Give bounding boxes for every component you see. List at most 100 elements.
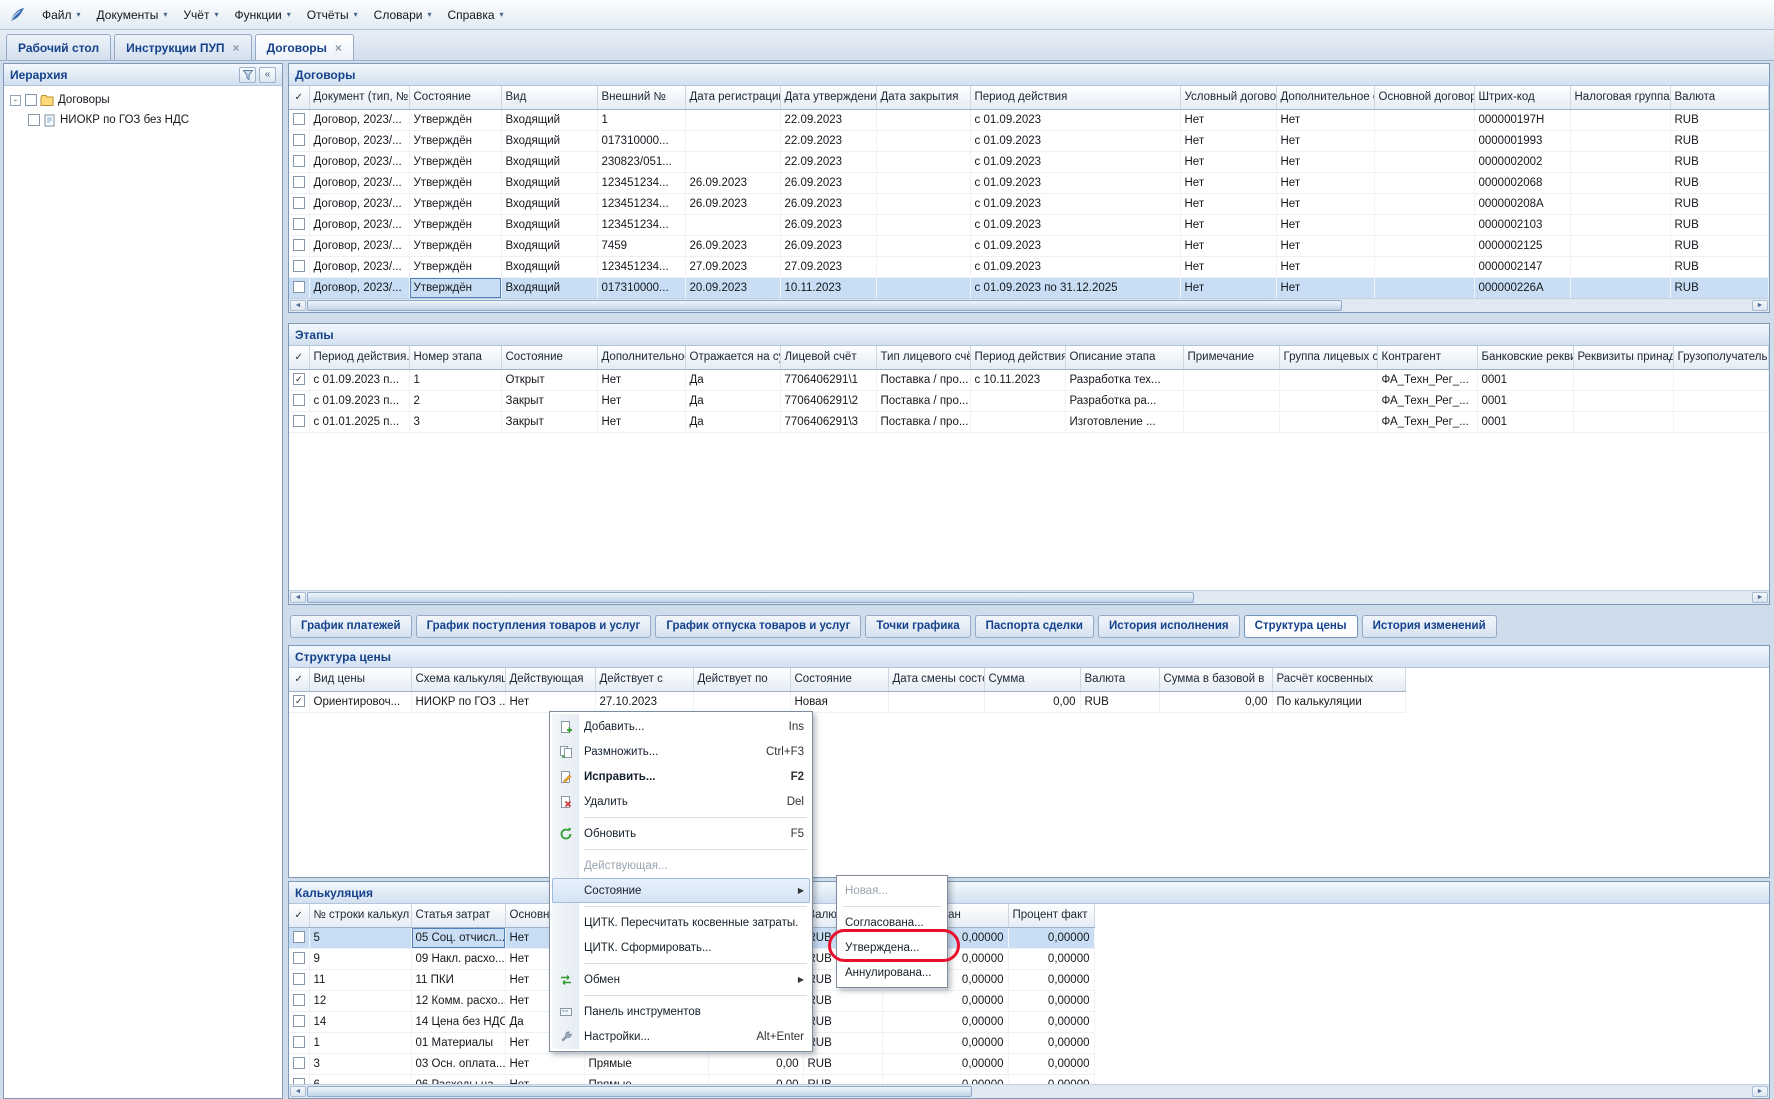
scroll-thumb[interactable] bbox=[307, 1086, 972, 1097]
context-menu-item[interactable]: Исправить...F2 bbox=[552, 764, 810, 789]
scroll-track[interactable] bbox=[1195, 592, 1752, 603]
table-cell[interactable]: 1 bbox=[309, 1032, 411, 1053]
table-cell[interactable]: 0,00000 bbox=[882, 1053, 1008, 1074]
context-menu-item[interactable]: ОбновитьF5 bbox=[552, 821, 810, 846]
table-cell[interactable]: 0000001993 bbox=[1474, 130, 1570, 151]
subtab-button[interactable]: Точки графика bbox=[865, 615, 970, 638]
tree-expander-icon[interactable]: - bbox=[10, 95, 21, 106]
table-cell[interactable]: Входящий bbox=[501, 277, 597, 298]
table-cell[interactable]: 0,00000 bbox=[1008, 948, 1094, 969]
table-cell[interactable] bbox=[1570, 256, 1670, 277]
table-cell[interactable] bbox=[693, 691, 790, 712]
column-header[interactable]: Период действия.. bbox=[309, 346, 409, 369]
table-cell[interactable]: 0,00000 bbox=[882, 1032, 1008, 1053]
table-cell[interactable]: с 01.09.2023 п... bbox=[309, 369, 409, 390]
table-cell[interactable]: Поставка / про... bbox=[876, 390, 970, 411]
table-cell[interactable]: 0001 bbox=[1477, 390, 1573, 411]
table-cell[interactable]: ФА_Техн_Рег_... bbox=[1377, 369, 1477, 390]
table-row[interactable]: Договор, 2023/...УтверждёнВходящий123451… bbox=[289, 214, 1768, 235]
tab-close-icon[interactable]: × bbox=[233, 42, 240, 54]
table-cell[interactable]: Утверждён bbox=[409, 130, 501, 151]
table-cell[interactable]: Нет bbox=[1180, 214, 1276, 235]
table-cell[interactable] bbox=[1570, 151, 1670, 172]
tree-node[interactable]: -Договоры bbox=[6, 90, 280, 110]
table-cell[interactable]: Нет bbox=[505, 691, 595, 712]
table-cell[interactable]: с 01.09.2023 bbox=[970, 214, 1180, 235]
table-cell[interactable]: 0,00000 bbox=[1008, 969, 1094, 990]
table-cell[interactable] bbox=[876, 277, 970, 298]
column-header[interactable]: Дата регистрации bbox=[685, 86, 780, 109]
row-checkbox[interactable] bbox=[293, 155, 305, 167]
table-cell[interactable] bbox=[1673, 369, 1768, 390]
table-cell[interactable]: 1 bbox=[409, 369, 501, 390]
context-menu-item[interactable]: Настройки...Alt+Enter bbox=[552, 1024, 810, 1049]
column-header[interactable]: Номер этапа bbox=[409, 346, 501, 369]
table-cell[interactable]: 26.09.2023 bbox=[780, 193, 876, 214]
table-cell[interactable]: Прямые bbox=[584, 1074, 708, 1084]
scroll-right-arrow[interactable]: ► bbox=[1752, 592, 1768, 603]
table-cell[interactable] bbox=[1570, 277, 1670, 298]
table-cell[interactable]: 01 Материалы bbox=[411, 1032, 505, 1053]
context-menu-item[interactable]: Аннулирована... bbox=[839, 960, 945, 985]
table-cell[interactable]: 22.09.2023 bbox=[780, 109, 876, 130]
table-cell[interactable]: Утверждён bbox=[409, 151, 501, 172]
table-cell[interactable]: 123451234... bbox=[597, 214, 685, 235]
table-cell[interactable]: Нет bbox=[597, 411, 685, 432]
tree-checkbox[interactable] bbox=[28, 114, 40, 126]
column-header[interactable]: Примечание bbox=[1183, 346, 1279, 369]
table-row[interactable]: с 01.09.2023 п...2ЗакрытНетДа7706406291\… bbox=[289, 390, 1768, 411]
column-header[interactable]: Состояние bbox=[790, 668, 888, 691]
column-header[interactable]: Состояние bbox=[501, 346, 597, 369]
table-cell[interactable]: Ориентировоч... bbox=[309, 691, 411, 712]
table-cell[interactable]: Изготовление ... bbox=[1065, 411, 1183, 432]
table-cell[interactable]: с 01.01.2025 п... bbox=[309, 411, 409, 432]
column-header[interactable]: Статья затрат bbox=[411, 904, 505, 927]
table-cell[interactable]: 000000226А bbox=[1474, 277, 1570, 298]
scroll-thumb[interactable] bbox=[307, 300, 1342, 311]
table-cell[interactable]: Входящий bbox=[501, 109, 597, 130]
row-checkbox[interactable] bbox=[293, 260, 305, 272]
table-cell[interactable]: Нет bbox=[1180, 256, 1276, 277]
table-cell[interactable]: Поставка / про... bbox=[876, 411, 970, 432]
table-cell[interactable]: Утверждён bbox=[409, 172, 501, 193]
table-row[interactable]: ✓Ориентировоч...НИОКР по ГОЗ ...Нет27.10… bbox=[289, 691, 1405, 712]
scroll-right-arrow[interactable]: ► bbox=[1752, 300, 1768, 311]
column-header[interactable]: Валюта bbox=[1080, 668, 1159, 691]
table-cell[interactable] bbox=[1183, 411, 1279, 432]
table-cell[interactable] bbox=[888, 691, 984, 712]
table-cell[interactable]: Нет bbox=[1180, 130, 1276, 151]
context-menu-item[interactable]: ЦИТК. Сформировать... bbox=[552, 935, 810, 960]
table-cell[interactable]: RUB bbox=[1670, 235, 1768, 256]
table-cell[interactable]: НИОКР по ГОЗ ... bbox=[411, 691, 505, 712]
table-cell[interactable]: 22.09.2023 bbox=[780, 130, 876, 151]
table-cell[interactable]: 11 ПКИ bbox=[411, 969, 505, 990]
column-header[interactable]: Внешний № bbox=[597, 86, 685, 109]
column-header[interactable]: Состояние bbox=[409, 86, 501, 109]
table-cell[interactable] bbox=[1673, 390, 1768, 411]
table-cell[interactable]: Договор, 2023/... bbox=[309, 130, 409, 151]
subtab-button[interactable]: График отпуска товаров и услуг bbox=[655, 615, 861, 638]
table-cell[interactable]: 7706406291\2 bbox=[780, 390, 876, 411]
table-cell[interactable]: Нет bbox=[1180, 109, 1276, 130]
table-cell[interactable]: Утверждён bbox=[409, 214, 501, 235]
table-cell[interactable]: 5 bbox=[309, 927, 411, 948]
table-cell[interactable]: Входящий bbox=[501, 256, 597, 277]
table-cell[interactable]: 0,00 bbox=[1159, 691, 1272, 712]
table-cell[interactable]: с 10.11.2023 bbox=[970, 369, 1065, 390]
table-cell[interactable]: с 01.09.2023 bbox=[970, 256, 1180, 277]
table-cell[interactable]: Нет bbox=[597, 390, 685, 411]
table-cell[interactable] bbox=[876, 151, 970, 172]
row-checkbox[interactable] bbox=[293, 1057, 305, 1069]
table-cell[interactable]: Нет bbox=[505, 1053, 584, 1074]
table-cell[interactable] bbox=[1570, 109, 1670, 130]
tree-checkbox[interactable] bbox=[25, 94, 37, 106]
table-cell[interactable]: RUB bbox=[1670, 256, 1768, 277]
table-cell[interactable]: 0,00000 bbox=[1008, 927, 1094, 948]
row-checkbox[interactable] bbox=[293, 973, 305, 985]
table-cell[interactable] bbox=[1183, 390, 1279, 411]
table-cell[interactable]: Нет bbox=[1276, 109, 1374, 130]
row-checkbox[interactable]: ✓ bbox=[293, 373, 305, 385]
table-cell[interactable]: Договор, 2023/... bbox=[309, 235, 409, 256]
table-cell[interactable]: Нет bbox=[1180, 172, 1276, 193]
table-cell[interactable]: RUB bbox=[803, 990, 882, 1011]
